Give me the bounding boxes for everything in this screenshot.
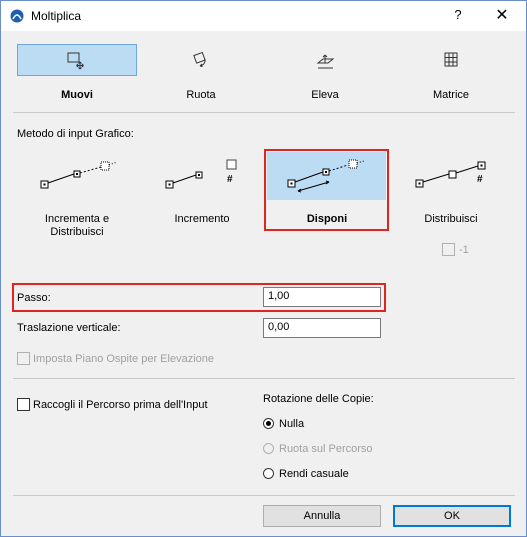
radio-nulla-label: Nulla	[279, 418, 305, 430]
matrix-icon	[444, 52, 458, 67]
multiply-dialog: Moltiplica ? ✕ Muovi Ruota Eleva Matrice	[0, 0, 527, 537]
divider	[13, 378, 515, 379]
method-label-distribuisci: Distribuisci	[424, 213, 478, 225]
passo-label: Passo:	[17, 292, 51, 304]
raccogli-percorso-label: Raccogli il Percorso prima dell'Input	[33, 399, 208, 411]
tab-muovi-label: Muovi	[61, 89, 93, 101]
elevate-icon	[316, 54, 335, 69]
tab-ruota[interactable]	[141, 44, 261, 76]
svg-text:#: #	[477, 174, 483, 185]
method-label-incrementa: Incrementa e Distribuisci	[44, 213, 110, 238]
traslazione-input[interactable]: 0,00	[263, 318, 381, 338]
method-label-incremento: Incremento	[174, 213, 230, 225]
method-label-disponi: Disponi	[306, 213, 348, 225]
close-icon[interactable]: ✕	[494, 5, 510, 25]
title-bar: Moltiplica ? ✕	[1, 1, 526, 31]
tab-matrice[interactable]	[391, 44, 511, 76]
tab-matrice-label: Matrice	[432, 89, 470, 101]
distribute-icon: #	[415, 161, 486, 188]
radio-rendi-casuale-label: Rendi casuale	[279, 468, 349, 480]
radio-ruota-percorso[interactable]	[263, 443, 274, 454]
minus-one-checkbox[interactable]	[442, 243, 455, 256]
archicad-app-icon	[10, 9, 24, 23]
tab-ruota-label: Ruota	[186, 89, 216, 101]
tab-eleva-label: Eleva	[311, 89, 339, 101]
radio-rendi-casuale[interactable]	[263, 468, 274, 479]
radio-ruota-percorso-label: Ruota sul Percorso	[279, 443, 373, 455]
help-button[interactable]: ?	[450, 7, 466, 22]
rotazione-heading: Rotazione delle Copie:	[263, 393, 374, 405]
divider	[13, 495, 515, 496]
cancel-button[interactable]: Annulla	[263, 505, 381, 527]
tab-eleva[interactable]	[265, 44, 385, 76]
input-method-heading: Metodo di input Grafico:	[17, 128, 134, 140]
svg-text:#: #	[227, 174, 233, 185]
increment-icon: #	[165, 159, 237, 189]
minus-one-label: -1	[459, 244, 469, 256]
imposta-piano-label: Imposta Piano Ospite per Elevazione	[33, 353, 214, 365]
imposta-piano-checkbox[interactable]	[17, 352, 30, 365]
rotate-icon	[193, 51, 206, 67]
traslazione-label: Traslazione verticale:	[17, 322, 121, 334]
passo-input[interactable]: 1,00	[263, 287, 381, 307]
window-title: Moltiplica	[31, 9, 82, 23]
raccogli-percorso-checkbox[interactable]	[17, 398, 30, 411]
divider	[13, 112, 515, 113]
increment-distribute-icon	[40, 161, 118, 189]
radio-nulla[interactable]	[263, 418, 274, 429]
move-icon	[67, 52, 84, 70]
ok-button[interactable]: OK	[393, 505, 511, 527]
tab-muovi[interactable]	[17, 44, 137, 76]
